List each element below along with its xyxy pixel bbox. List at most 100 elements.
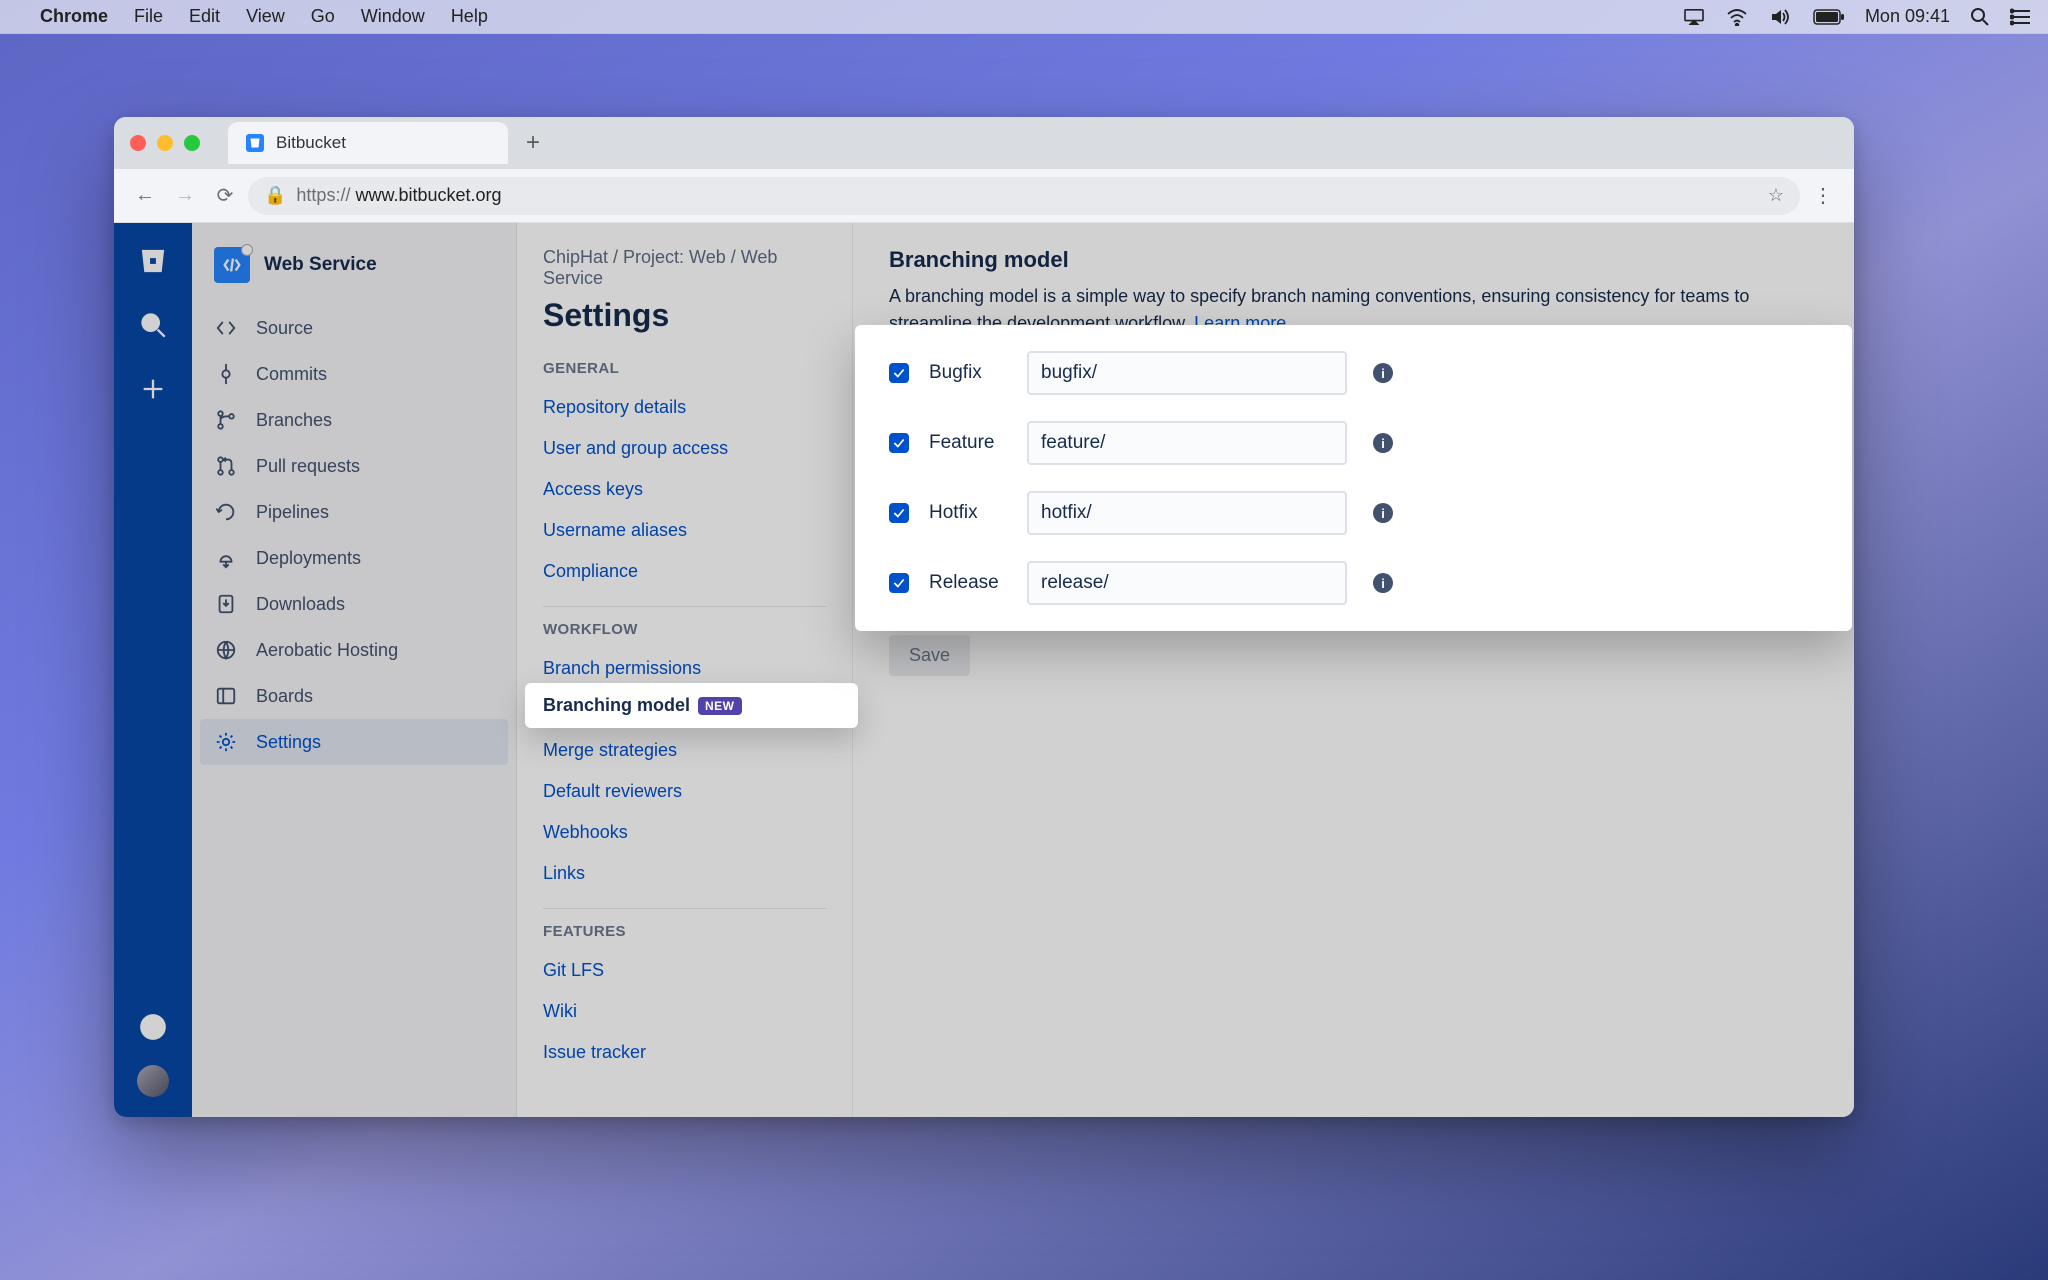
mac-menu-edit[interactable]: Edit [189, 6, 220, 27]
control-center-icon[interactable] [2010, 8, 2030, 26]
bookmark-star-icon[interactable]: ☆ [1768, 185, 1784, 206]
sidebar-item-label: Pipelines [256, 502, 329, 523]
clock[interactable]: Mon 09:41 [1865, 6, 1950, 27]
mac-menu-view[interactable]: View [246, 6, 285, 27]
settings-link-default-reviewers[interactable]: Default reviewers [543, 771, 826, 812]
settings-link-git-lfs[interactable]: Git LFS [543, 950, 826, 991]
pr-icon [214, 455, 238, 477]
settings-link-webhooks[interactable]: Webhooks [543, 812, 826, 853]
settings-link-username-aliases[interactable]: Username aliases [543, 510, 826, 551]
spotlight-icon[interactable] [1970, 7, 1990, 27]
branch-label: Bugfix [929, 362, 1007, 384]
settings-link-wiki[interactable]: Wiki [543, 991, 826, 1032]
wifi-icon[interactable] [1725, 8, 1749, 26]
bitbucket-logo-icon[interactable] [137, 245, 169, 277]
info-icon[interactable]: i [1373, 363, 1393, 383]
address-bar[interactable]: 🔒 https://www.bitbucket.org ☆ [248, 177, 1800, 215]
airplay-icon[interactable] [1683, 8, 1705, 26]
mac-menu-window[interactable]: Window [361, 6, 425, 27]
checkbox-hotfix[interactable] [889, 503, 909, 523]
mac-menu-help[interactable]: Help [451, 6, 488, 27]
aero-icon [214, 639, 238, 661]
info-icon[interactable]: i [1373, 503, 1393, 523]
settings-link-issue-tracker[interactable]: Issue tracker [543, 1032, 826, 1073]
deploy-icon [214, 547, 238, 569]
settings-link-repository-details[interactable]: Repository details [543, 387, 826, 428]
branch-prefix-input-release[interactable] [1027, 561, 1347, 605]
window-close-icon[interactable] [130, 135, 146, 151]
global-nav [114, 223, 192, 1117]
save-button[interactable]: Save [889, 635, 970, 676]
sidebar-item-label: Branches [256, 410, 332, 431]
browser-window: Bitbucket + ← → ⟳ 🔒 https://www.bitbucke… [114, 117, 1854, 1117]
mac-menu-file[interactable]: File [134, 6, 163, 27]
browser-tab[interactable]: Bitbucket [228, 122, 508, 164]
volume-icon[interactable] [1769, 8, 1793, 26]
project-name: Web Service [264, 254, 377, 276]
sidebar-item-label: Commits [256, 364, 327, 385]
sidebar-item-label: Source [256, 318, 313, 339]
checkbox-release[interactable] [889, 573, 909, 593]
battery-icon[interactable] [1813, 9, 1845, 25]
settings-link-merge-strategies[interactable]: Merge strategies [543, 730, 826, 771]
active-settings-item-highlight[interactable]: Branching model NEW [525, 683, 858, 728]
info-icon[interactable]: i [1373, 433, 1393, 453]
sidebar-item-boards[interactable]: Boards [192, 673, 516, 719]
page-title: Settings [543, 297, 826, 334]
mac-menu-go[interactable]: Go [311, 6, 335, 27]
url-prefix: https:// [296, 185, 350, 206]
sidebar-item-commits[interactable]: Commits [192, 351, 516, 397]
section-general: GENERAL [543, 360, 826, 377]
branch-label: Feature [929, 432, 1007, 454]
info-icon[interactable]: i [1373, 573, 1393, 593]
sidebar-item-pipelines[interactable]: Pipelines [192, 489, 516, 535]
help-icon[interactable] [137, 1011, 169, 1043]
sidebar-item-label: Pull requests [256, 456, 360, 477]
url-host: www.bitbucket.org [355, 185, 501, 206]
settings-link-links[interactable]: Links [543, 853, 826, 894]
settings-link-access-keys[interactable]: Access keys [543, 469, 826, 510]
project-sidebar: Web Service Source Commits Branches Pull re… [192, 223, 517, 1117]
toolbar: ← → ⟳ 🔒 https://www.bitbucket.org ☆ ⋮ [114, 169, 1854, 223]
sidebar-item-settings[interactable]: Settings [200, 719, 508, 765]
branch-prefix-input-hotfix[interactable] [1027, 491, 1347, 535]
checkbox-bugfix[interactable] [889, 363, 909, 383]
create-icon[interactable] [137, 373, 169, 405]
page-content: Web Service Source Commits Branches Pull re… [114, 223, 1854, 1117]
tab-title: Bitbucket [276, 133, 346, 153]
window-zoom-icon[interactable] [184, 135, 200, 151]
private-lock-icon [241, 244, 253, 256]
checkbox-feature[interactable] [889, 433, 909, 453]
sidebar-item-source[interactable]: Source [192, 305, 516, 351]
breadcrumb[interactable]: ChipHat / Project: Web / Web Service [543, 247, 826, 289]
pipe-icon [214, 501, 238, 523]
mac-menubar: Chrome File Edit View Go Window Help Mon… [0, 0, 2048, 34]
sidebar-item-downloads[interactable]: Downloads [192, 581, 516, 627]
sidebar-item-branches[interactable]: Branches [192, 397, 516, 443]
sidebar-item-aerobatic-hosting[interactable]: Aerobatic Hosting [192, 627, 516, 673]
user-avatar[interactable] [137, 1065, 169, 1097]
nav-reload-button[interactable]: ⟳ [208, 179, 242, 213]
section-workflow: WORKFLOW [543, 621, 826, 638]
new-tab-button[interactable]: + [526, 129, 540, 157]
settings-link-user-and-group-access[interactable]: User and group access [543, 428, 826, 469]
nav-forward-button[interactable]: → [168, 179, 202, 213]
settings-nav: ChipHat / Project: Web / Web Service Set… [517, 223, 853, 1117]
branch-prefix-input-bugfix[interactable] [1027, 351, 1347, 395]
new-badge: NEW [698, 697, 742, 715]
browser-menu-button[interactable]: ⋮ [1806, 183, 1840, 208]
settings-link-compliance[interactable]: Compliance [543, 551, 826, 592]
branch-row-feature: Feature i [889, 421, 1818, 465]
section-features: FEATURES [543, 923, 826, 940]
mac-menu-app[interactable]: Chrome [40, 6, 108, 27]
bitbucket-favicon-icon [246, 134, 264, 152]
nav-back-button[interactable]: ← [128, 179, 162, 213]
sidebar-item-pull-requests[interactable]: Pull requests [192, 443, 516, 489]
sidebar-item-deployments[interactable]: Deployments [192, 535, 516, 581]
branch-prefix-input-feature[interactable] [1027, 421, 1347, 465]
code-icon [214, 317, 238, 339]
branch-label: Release [929, 572, 1007, 594]
search-icon[interactable] [137, 309, 169, 341]
window-minimize-icon[interactable] [157, 135, 173, 151]
dl-icon [214, 593, 238, 615]
